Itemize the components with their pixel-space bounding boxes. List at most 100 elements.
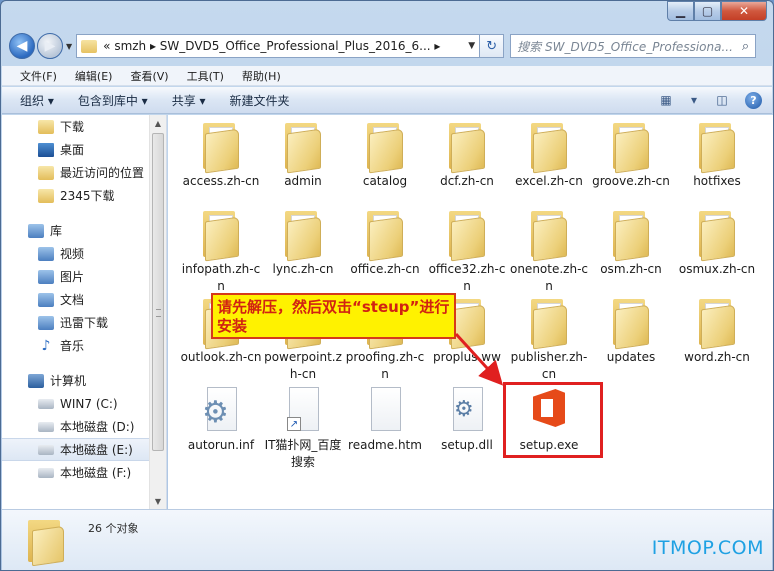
- menu-view[interactable]: 查看(V): [130, 68, 168, 84]
- nav-group-computer[interactable]: 计算机: [2, 369, 150, 392]
- scroll-thumb[interactable]: [152, 133, 164, 451]
- file-name: office32.zh-cn: [428, 262, 506, 293]
- explorer-window: ▁ ▢ ✕ ◀ ▶ ▼ « smzh ▸ SW_DVD5_Office_Prof…: [0, 0, 774, 571]
- scroll-down-button[interactable]: ▼: [150, 493, 166, 509]
- nav-group-label: 库: [50, 224, 63, 238]
- file-item[interactable]: lync.zh-cn: [262, 209, 344, 278]
- nav-gap: [2, 357, 150, 369]
- nav-group-label: 计算机: [50, 374, 87, 388]
- menu-file[interactable]: 文件(F): [20, 68, 57, 84]
- navigation-pane: 下载 桌面 最近访问的位置 2345下载 库 视频 图片 文档 迅雷下载 ♪ 音乐…: [2, 115, 167, 509]
- recent-pages-dropdown[interactable]: ▼: [66, 42, 72, 51]
- settings-file-icon: ⚙: [199, 385, 243, 435]
- scroll-up-button[interactable]: ▲: [150, 115, 166, 131]
- nav-item-documents[interactable]: 文档: [2, 288, 150, 311]
- back-button[interactable]: ◀: [9, 33, 35, 59]
- close-button[interactable]: ✕: [721, 1, 767, 21]
- nav-item-videos[interactable]: 视频: [2, 242, 150, 265]
- file-item[interactable]: osmux.zh-cn: [676, 209, 758, 278]
- search-input[interactable]: 搜索 SW_DVD5_Office_Professiona...: [517, 38, 742, 55]
- nav-item-label: 图片: [60, 270, 85, 284]
- preview-pane-icon[interactable]: ◫: [713, 91, 731, 109]
- nav-item-drive-f[interactable]: 本地磁盘 (F:): [2, 461, 150, 484]
- include-in-library-button[interactable]: 包含到库中 ▾: [78, 92, 148, 109]
- chevron-down-icon[interactable]: ▾: [685, 91, 703, 109]
- help-icon[interactable]: ?: [745, 91, 762, 109]
- file-item[interactable]: admin: [262, 121, 344, 190]
- file-name: powerpoint.zh-cn: [264, 350, 342, 381]
- file-item[interactable]: excel.zh-cn: [508, 121, 590, 190]
- file-item[interactable]: onenote.zh-cn: [508, 209, 590, 295]
- nav-item-drive-c[interactable]: WIN7 (C:): [2, 392, 150, 415]
- search-box[interactable]: 搜索 SW_DVD5_Office_Professiona... ⌕: [510, 34, 757, 58]
- address-bar[interactable]: « smzh ▸ SW_DVD5_Office_Professional_Plu…: [76, 34, 481, 58]
- file-item[interactable]: ⚙ autorun.inf: [180, 385, 262, 454]
- file-item[interactable]: hotfixes: [676, 121, 758, 190]
- nav-item-pictures[interactable]: 图片: [2, 265, 150, 288]
- file-name: access.zh-cn: [182, 174, 260, 188]
- file-name: infopath.zh-cn: [181, 262, 261, 293]
- menu-bar: 文件(F) 编辑(E) 查看(V) 工具(T) 帮助(H): [2, 66, 772, 86]
- file-item[interactable]: setup.exe: [508, 385, 590, 454]
- nav-item-desktop[interactable]: 桌面: [2, 138, 150, 161]
- file-name: outlook.zh-cn: [180, 350, 262, 364]
- file-item[interactable]: ↗ IT猫扑网_百度搜索: [262, 385, 344, 471]
- dll-file-icon: ⚙: [445, 385, 489, 435]
- organize-button[interactable]: 组织 ▾: [20, 92, 54, 109]
- breadcrumb[interactable]: « smzh ▸ SW_DVD5_Office_Professional_Plu…: [103, 39, 464, 53]
- nav-item-downloads[interactable]: 下载: [2, 115, 150, 138]
- file-item[interactable]: access.zh-cn: [180, 121, 262, 190]
- file-name: onenote.zh-cn: [509, 262, 588, 293]
- nav-item-recent[interactable]: 最近访问的位置: [2, 161, 150, 184]
- file-item[interactable]: infopath.zh-cn: [180, 209, 262, 295]
- menu-tools[interactable]: 工具(T): [187, 68, 224, 84]
- nav-item-thunder[interactable]: 迅雷下载: [2, 311, 150, 334]
- file-item[interactable]: office32.zh-cn: [426, 209, 508, 295]
- file-name: excel.zh-cn: [515, 174, 583, 188]
- drive-icon: [38, 467, 54, 478]
- file-name: setup.dll: [441, 438, 493, 452]
- file-item[interactable]: readme.htm: [344, 385, 426, 454]
- video-icon: [38, 246, 54, 261]
- nav-item-drive-e[interactable]: 本地磁盘 (E:): [2, 438, 150, 461]
- nav-group-libraries[interactable]: 库: [2, 219, 150, 242]
- nav-item-2345[interactable]: 2345下载: [2, 184, 150, 207]
- file-name: lync.zh-cn: [272, 262, 334, 276]
- folder-icon: [527, 297, 571, 350]
- file-name: updates: [606, 350, 656, 364]
- file-item[interactable]: office.zh-cn: [344, 209, 426, 278]
- share-button[interactable]: 共享 ▾: [172, 92, 206, 109]
- folder-icon: [281, 121, 325, 174]
- menu-edit[interactable]: 编辑(E): [75, 68, 113, 84]
- menu-help[interactable]: 帮助(H): [242, 68, 281, 84]
- file-item[interactable]: groove.zh-cn: [590, 121, 672, 190]
- nav-item-drive-d[interactable]: 本地磁盘 (D:): [2, 415, 150, 438]
- file-name: setup.exe: [519, 438, 579, 452]
- file-item[interactable]: updates: [590, 297, 672, 366]
- new-folder-button[interactable]: 新建文件夹: [230, 92, 290, 109]
- file-item[interactable]: dcf.zh-cn: [426, 121, 508, 190]
- maximize-button[interactable]: ▢: [694, 1, 721, 21]
- file-item[interactable]: publisher.zh-cn: [508, 297, 590, 383]
- file-item[interactable]: ⚙ setup.dll: [426, 385, 508, 454]
- caption-buttons: ▁ ▢ ✕: [667, 1, 767, 21]
- chevron-down-icon[interactable]: ▼: [464, 41, 475, 51]
- folder-icon: [445, 209, 489, 262]
- search-icon[interactable]: ⌕: [742, 39, 749, 54]
- refresh-button[interactable]: ↻: [480, 34, 505, 58]
- file-name: office.zh-cn: [350, 262, 420, 276]
- view-options-icon[interactable]: ▦: [657, 91, 675, 109]
- file-item[interactable]: catalog: [344, 121, 426, 190]
- nav-item-music[interactable]: ♪ 音乐: [2, 334, 150, 357]
- nav-item-label: 视频: [60, 247, 85, 261]
- forward-button[interactable]: ▶: [37, 33, 63, 59]
- nav-scrollbar[interactable]: ▲ ▼: [149, 115, 166, 509]
- file-item[interactable]: osm.zh-cn: [590, 209, 672, 278]
- folder-icon: [81, 39, 98, 53]
- file-name: readme.htm: [348, 438, 422, 452]
- file-name: proofing.zh-cn: [345, 350, 425, 381]
- minimize-button[interactable]: ▁: [667, 1, 694, 21]
- file-item[interactable]: word.zh-cn: [676, 297, 758, 366]
- library-icon: [28, 223, 44, 238]
- watermark: ITMOP.COM: [651, 537, 764, 559]
